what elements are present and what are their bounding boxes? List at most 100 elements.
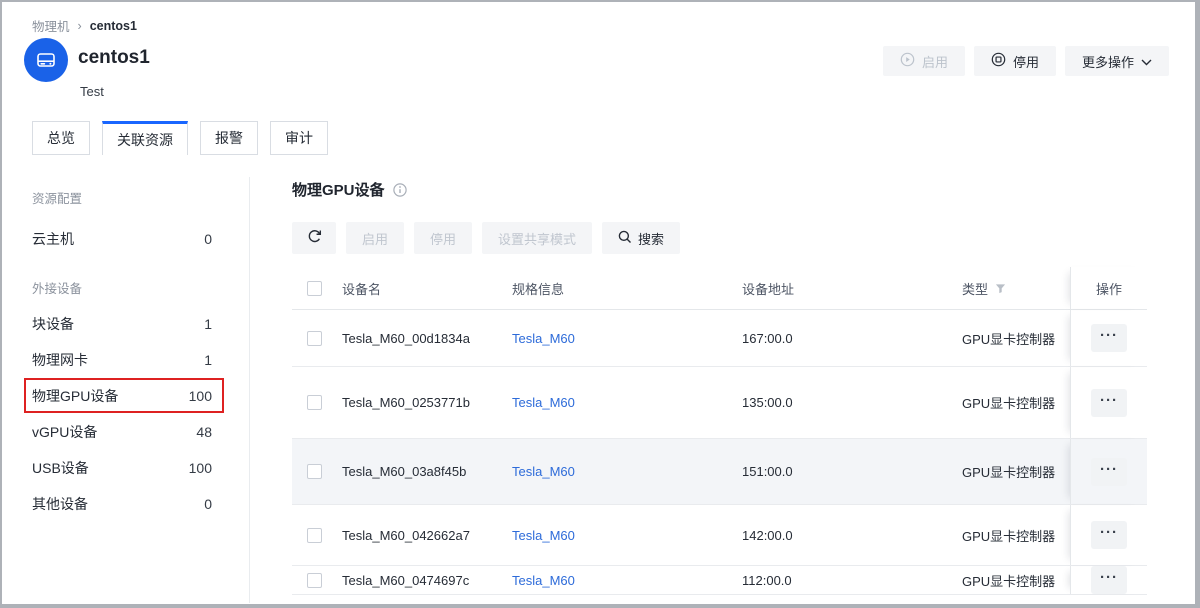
row-checkbox[interactable] [307,331,322,346]
breadcrumb-parent[interactable]: 物理机 [32,16,70,35]
tab[interactable]: 报警 [200,121,258,155]
row-checkbox[interactable] [307,528,322,543]
sidebar-item-label: 其他设备 [32,494,88,514]
device-name: Tesla_M60_0474697c [342,566,512,594]
row-actions-button[interactable]: ··· [1091,324,1127,352]
row-checkbox[interactable] [307,573,322,588]
sidebar-item-label: vGPU设备 [32,422,97,442]
sidebar-item-label: 块设备 [32,314,74,334]
device-type: GPU显卡控制器 [962,566,1070,594]
sidebar-item-count: 100 [189,460,212,476]
more-actions-button[interactable]: 更多操作 [1065,46,1169,76]
row-action-cell: ··· [1070,439,1147,504]
device-address: 112:00.0 [742,566,962,594]
column-header-address: 设备地址 [742,267,962,309]
sidebar-item[interactable]: vGPU设备 48 [32,414,212,450]
chevron-down-icon [1141,54,1152,69]
table-row[interactable]: Tesla_M60_0474697c Tesla_M60 112:00.0 GP… [292,566,1147,595]
header-actions: 启用 停用 更多操作 [883,46,1169,76]
section-title: 物理GPU设备 [292,179,407,200]
row-checkbox-cell [292,367,342,438]
device-spec-link[interactable]: Tesla_M60 [512,464,575,479]
sidebar-divider [249,177,250,603]
host-description: Test [80,84,104,99]
row-actions-button[interactable]: ··· [1091,521,1127,549]
sidebar-item-label: 物理GPU设备 [32,386,118,406]
row-actions-button[interactable]: ··· [1091,389,1127,417]
play-circle-icon [900,52,915,70]
info-circle-icon[interactable] [393,183,407,197]
table-row[interactable]: Tesla_M60_0253771b Tesla_M60 135:00.0 GP… [292,367,1147,439]
device-name: Tesla_M60_03a8f45b [342,439,512,504]
device-address: 142:00.0 [742,505,962,565]
sidebar: 资源配置 云主机 0 外接设备 块设备 1 [2,155,249,522]
row-actions-button[interactable]: ··· [1091,458,1127,486]
row-action-cell: ··· [1070,505,1147,565]
device-type: GPU显卡控制器 [962,310,1070,366]
section-title-text: 物理GPU设备 [292,179,385,200]
enable-device-button[interactable]: 启用 [346,222,404,254]
sidebar-section-title: 外接设备 [32,280,249,298]
sidebar-item[interactable]: 物理网卡 1 [32,342,212,378]
breadcrumb-separator: › [78,19,82,33]
search-button[interactable]: 搜索 [602,222,680,254]
enable-host-button[interactable]: 启用 [883,46,965,76]
tab-bar: 总览 关联资源 报警 审计 [32,121,328,155]
search-label: 搜索 [638,229,664,248]
select-all-checkbox[interactable] [307,281,322,296]
device-spec-link[interactable]: Tesla_M60 [512,331,575,346]
device-address: 135:00.0 [742,367,962,438]
refresh-button[interactable] [292,222,336,254]
sidebar-item-count: 1 [204,316,212,332]
device-name: Tesla_M60_00d1834a [342,310,512,366]
device-address: 151:00.0 [742,439,962,504]
row-actions-button[interactable]: ··· [1091,566,1127,594]
enable-host-label: 启用 [922,52,948,71]
gpu-device-table: 设备名 规格信息 设备地址 类型 操作 Tesla_M60_00d1834a T… [292,267,1147,595]
device-spec-link[interactable]: Tesla_M60 [512,528,575,543]
more-actions-label: 更多操作 [1082,52,1134,71]
sidebar-section-external-devices: 外接设备 块设备 1 物理网卡 1 物理GPU设备 100 [2,280,249,522]
sidebar-item[interactable]: 物理GPU设备 100 [32,378,212,414]
tab-label: 审计 [285,128,313,148]
table-row[interactable]: Tesla_M60_00d1834a Tesla_M60 167:00.0 GP… [292,310,1147,367]
sidebar-item[interactable]: 云主机 0 [32,221,212,257]
sidebar-item[interactable]: 块设备 1 [32,306,212,342]
device-type: GPU显卡控制器 [962,439,1070,504]
sidebar-item-count: 0 [204,496,212,512]
column-header-type: 类型 [962,267,1070,309]
disable-device-button[interactable]: 停用 [414,222,472,254]
device-name: Tesla_M60_042662a7 [342,505,512,565]
tab-label: 报警 [215,128,243,148]
device-spec-link[interactable]: Tesla_M60 [512,573,575,588]
sidebar-section-resource-config: 资源配置 云主机 0 [2,190,249,257]
table-row[interactable]: Tesla_M60_03a8f45b Tesla_M60 151:00.0 GP… [292,439,1147,505]
table-body: Tesla_M60_00d1834a Tesla_M60 167:00.0 GP… [292,310,1147,595]
tab[interactable]: 审计 [270,121,328,155]
disable-host-label: 停用 [1013,52,1039,71]
tab-label: 总览 [47,128,75,148]
device-type: GPU显卡控制器 [962,367,1070,438]
sidebar-item-count: 100 [189,388,212,404]
row-checkbox-cell [292,505,342,565]
disable-host-button[interactable]: 停用 [974,46,1056,76]
table-row[interactable]: Tesla_M60_042662a7 Tesla_M60 142:00.0 GP… [292,505,1147,566]
set-share-mode-button[interactable]: 设置共享模式 [482,222,592,254]
column-header-actions: 操作 [1070,267,1147,309]
device-spec-link[interactable]: Tesla_M60 [512,395,575,410]
breadcrumb: 物理机 › centos1 [32,16,137,35]
row-action-cell: ··· [1070,367,1147,438]
row-checkbox[interactable] [307,395,322,410]
page-title: centos1 [78,47,150,69]
row-checkbox[interactable] [307,464,322,479]
tab[interactable]: 关联资源 [102,121,188,155]
filter-icon[interactable] [995,283,1006,294]
sidebar-item[interactable]: USB设备 100 [32,450,212,486]
search-icon [618,230,632,247]
tab[interactable]: 总览 [32,121,90,155]
device-type: GPU显卡控制器 [962,505,1070,565]
host-icon [24,38,68,82]
breadcrumb-current: centos1 [90,19,137,33]
table-toolbar: 启用 停用 设置共享模式 搜索 [292,222,680,254]
sidebar-item[interactable]: 其他设备 0 [32,486,212,522]
